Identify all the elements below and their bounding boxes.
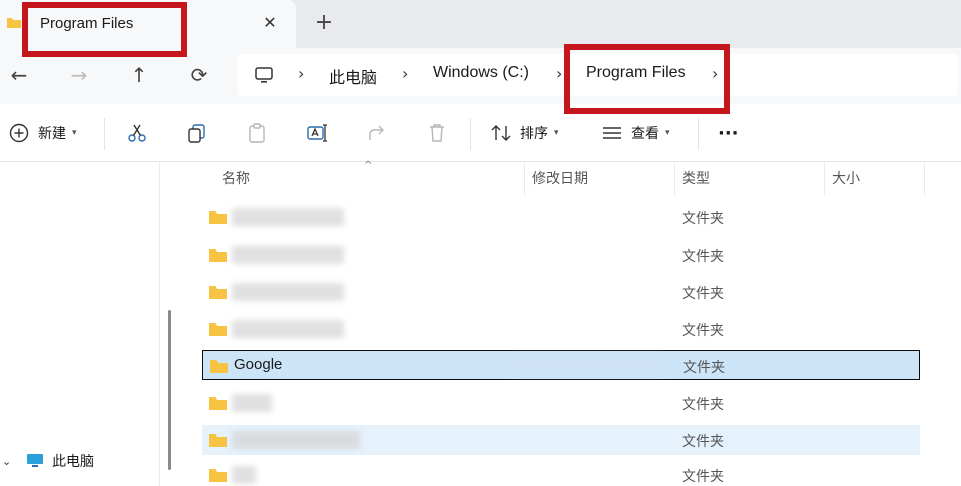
folder-icon — [209, 397, 227, 410]
folder-icon — [209, 211, 227, 224]
file-type: 文件夹 — [682, 211, 724, 227]
sidebar-item-label: 此电脑 — [52, 454, 94, 470]
column-divider[interactable] — [524, 162, 525, 196]
rename-button[interactable] — [306, 120, 328, 146]
file-list: ^ 名称 修改日期 类型 大小 文件夹 文件夹 文件夹 文件夹 Google 文… — [180, 160, 961, 486]
divider — [470, 118, 471, 150]
chevron-down-icon: ▾ — [554, 128, 559, 138]
file-type: 文件夹 — [682, 286, 724, 302]
highlight-breadcrumb-program-files — [564, 44, 730, 114]
column-header-name[interactable]: 名称 — [222, 162, 250, 196]
redacted-name — [232, 208, 344, 226]
forward-button[interactable]: → — [64, 60, 94, 90]
computer-icon[interactable] — [254, 65, 274, 85]
redacted-date — [513, 357, 663, 373]
copy-icon — [188, 124, 205, 143]
folder-icon — [209, 323, 227, 336]
column-header-size[interactable]: 大小 — [832, 162, 860, 196]
folder-icon — [209, 469, 227, 482]
file-row-google[interactable]: Google 文件夹 — [202, 350, 920, 380]
scissors-icon — [128, 124, 146, 142]
column-divider[interactable] — [674, 162, 675, 196]
new-tab-button[interactable]: + — [311, 10, 337, 36]
sidebar-item-this-pc[interactable]: ⌄ 此电脑 — [0, 449, 94, 473]
plus-circle-icon — [9, 123, 29, 143]
redacted-name — [232, 431, 360, 449]
view-button[interactable]: 查看 ▾ — [601, 120, 670, 146]
close-tab-icon[interactable]: ✕ — [258, 10, 282, 36]
redacted-name — [232, 283, 344, 301]
breadcrumb-this-pc[interactable]: 此电脑 — [329, 64, 377, 88]
redacted-name — [232, 320, 344, 338]
file-row[interactable]: 文件夹 — [202, 202, 920, 232]
divider — [698, 118, 699, 150]
navigation-pane-scrollbar[interactable] — [168, 310, 171, 470]
trash-icon — [430, 124, 444, 142]
file-type: 文件夹 — [683, 360, 725, 376]
folder-icon — [209, 434, 227, 447]
folder-icon — [209, 286, 227, 299]
back-button[interactable]: ← — [4, 60, 34, 90]
new-button[interactable]: 新建 ▾ — [8, 120, 77, 146]
folder-icon — [7, 18, 21, 28]
file-type: 文件夹 — [682, 323, 724, 339]
navigation-pane — [0, 162, 160, 486]
redacted-name — [232, 466, 256, 484]
computer-icon — [27, 454, 43, 467]
file-row[interactable]: 文件夹 — [202, 314, 920, 344]
share-button[interactable] — [366, 120, 388, 146]
redacted-name — [232, 246, 344, 264]
command-bar: 新建 ▾ 排序 ▾ 查看 ▾ ··· — [0, 104, 961, 162]
view-label: 查看 — [631, 126, 659, 142]
file-row[interactable]: 文件夹 — [202, 277, 920, 307]
delete-button[interactable] — [426, 120, 448, 146]
file-row[interactable]: 文件夹 — [202, 425, 920, 455]
file-name: Google — [234, 356, 283, 373]
view-lines-icon — [603, 127, 621, 139]
sort-ascending-icon: ^ — [364, 160, 373, 171]
column-header-modified[interactable]: 修改日期 — [532, 162, 588, 196]
file-type: 文件夹 — [682, 249, 724, 265]
up-button[interactable]: ↑ — [124, 60, 154, 90]
redacted-name — [232, 394, 272, 412]
breadcrumb-separator[interactable]: › — [298, 64, 304, 83]
column-divider[interactable] — [924, 162, 925, 196]
file-row[interactable]: 文件夹 — [202, 240, 920, 270]
breadcrumb-separator[interactable]: › — [556, 64, 562, 83]
clipboard-icon — [249, 123, 265, 143]
new-label: 新建 — [38, 126, 66, 142]
divider — [104, 118, 105, 150]
chevron-down-icon: ▾ — [72, 128, 77, 138]
more-options-button[interactable]: ··· — [718, 120, 739, 146]
folder-icon — [209, 249, 227, 262]
folder-icon — [210, 360, 228, 373]
rename-icon — [307, 124, 327, 142]
chevron-down-icon: ▾ — [665, 128, 670, 138]
chevron-down-icon[interactable]: ⌄ — [2, 455, 16, 468]
breadcrumb-drive-c[interactable]: Windows (C:) — [433, 64, 529, 82]
refresh-button[interactable]: ⟳ — [184, 60, 214, 90]
sort-label: 排序 — [520, 126, 548, 142]
share-icon — [369, 125, 384, 140]
file-row[interactable]: 文件夹 — [202, 460, 920, 486]
file-type: 文件夹 — [682, 469, 724, 485]
paste-button[interactable] — [246, 120, 268, 146]
copy-button[interactable] — [186, 120, 208, 146]
column-header-type[interactable]: 类型 — [682, 162, 710, 196]
cut-button[interactable] — [126, 120, 148, 146]
column-divider[interactable] — [824, 162, 825, 196]
file-type: 文件夹 — [682, 397, 724, 413]
file-row[interactable]: 文件夹 — [202, 388, 920, 418]
highlight-tab-title — [22, 2, 187, 57]
breadcrumb-separator[interactable]: › — [402, 64, 408, 83]
file-type: 文件夹 — [682, 434, 724, 450]
sort-icon — [491, 125, 511, 141]
sort-button[interactable]: 排序 ▾ — [490, 120, 559, 146]
